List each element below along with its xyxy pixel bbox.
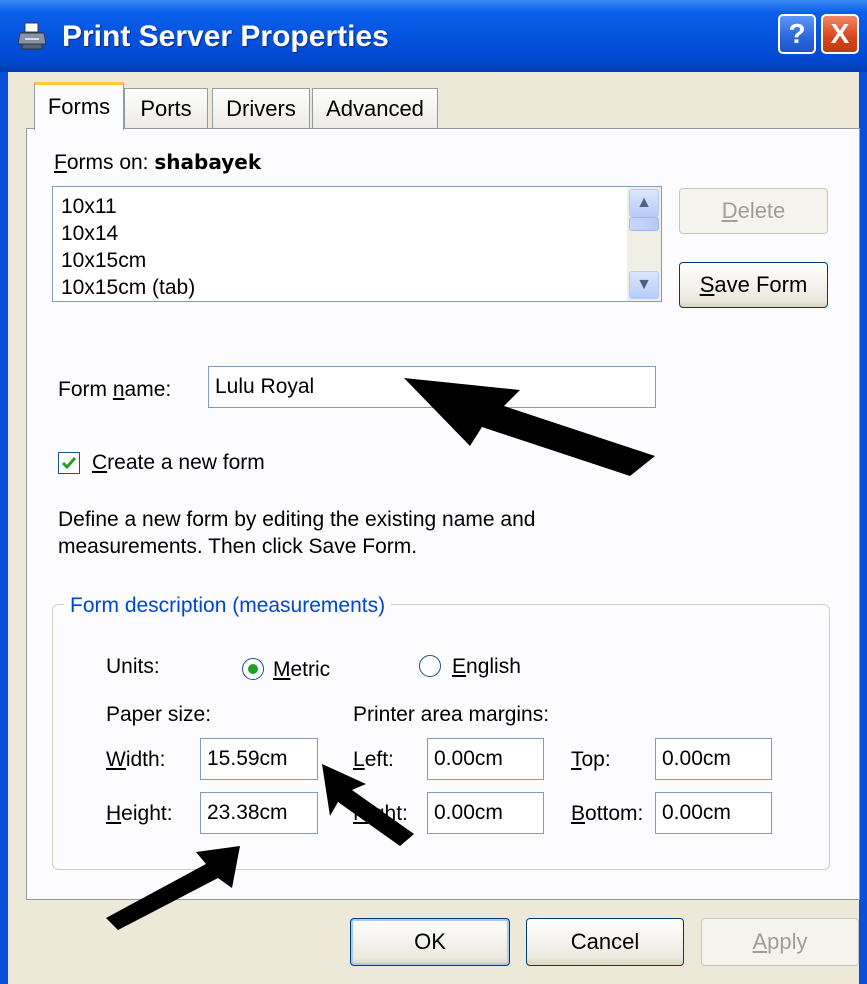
arrow-to-height: [106, 846, 240, 930]
print-server-properties-window: Print Server Properties ? X Forms Ports …: [0, 0, 867, 984]
arrow-to-form-name: [404, 378, 655, 476]
arrow-to-width: [322, 764, 414, 846]
tab-forms[interactable]: Forms: [34, 82, 124, 130]
annotation-arrows: [106, 378, 655, 930]
